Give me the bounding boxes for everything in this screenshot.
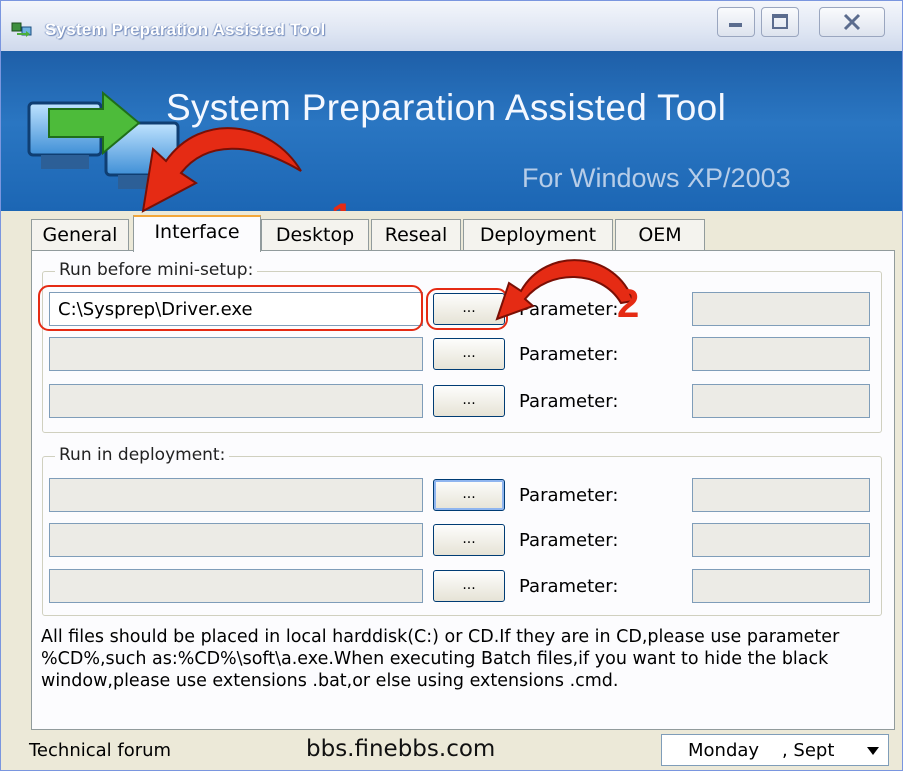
tab-reseal[interactable]: Reseal: [371, 219, 461, 251]
minimize-icon: [729, 23, 742, 27]
window-title: System Preparation Assisted Tool: [45, 20, 326, 39]
run-before-param-label-1: Parameter:: [519, 299, 619, 320]
run-deploy-path-1[interactable]: [49, 478, 423, 512]
banner-subtitle: For Windows XP/2003: [522, 163, 791, 193]
technical-forum-label: Technical forum: [29, 740, 172, 761]
run-deploy-param-3[interactable]: [692, 569, 870, 603]
minimize-button[interactable]: [717, 7, 755, 37]
step-marker-2: 2: [617, 282, 640, 326]
status-bar: Technical forum bbs.finebbs.com Monday ,…: [1, 730, 902, 770]
chevron-down-icon: [867, 747, 879, 755]
forum-url-link[interactable]: bbs.finebbs.com: [306, 736, 495, 762]
run-deploy-path-2[interactable]: [49, 523, 423, 557]
run-deploy-param-2[interactable]: [692, 523, 870, 557]
header-banner: System Preparation Assisted Tool For Win…: [1, 51, 902, 211]
run-before-label: Run before mini-setup:: [55, 260, 258, 280]
tab-general[interactable]: General: [31, 219, 129, 251]
run-before-param-label-3: Parameter:: [519, 391, 619, 412]
run-deploy-param-1[interactable]: [692, 478, 870, 512]
tab-deployment[interactable]: Deployment: [463, 219, 613, 251]
tab-interface[interactable]: Interface: [133, 215, 261, 252]
run-deploy-browse-3[interactable]: ...: [433, 570, 505, 602]
run-before-param-3[interactable]: [692, 384, 870, 418]
run-before-path-3[interactable]: [49, 384, 423, 418]
date-value: Monday , Sept: [688, 740, 835, 761]
network-transfer-icon: [27, 90, 180, 189]
run-before-browse-3[interactable]: ...: [433, 385, 505, 417]
run-before-path-2[interactable]: [49, 337, 423, 371]
banner-title: System Preparation Assisted Tool: [166, 87, 727, 128]
tab-oem[interactable]: OEM: [615, 219, 705, 251]
run-before-browse-1[interactable]: ...: [433, 293, 505, 325]
run-before-param-label-2: Parameter:: [519, 344, 619, 365]
run-deploy-param-label-3: Parameter:: [519, 576, 619, 597]
close-icon: [843, 13, 861, 31]
app-icon: [11, 22, 32, 37]
close-button[interactable]: [819, 7, 885, 37]
run-before-path-1[interactable]: C:\Sysprep\Driver.exe: [49, 292, 423, 326]
step-marker-1: 1: [331, 196, 353, 211]
run-deploy-browse-2[interactable]: ...: [433, 524, 505, 556]
tab-desktop[interactable]: Desktop: [261, 219, 369, 251]
run-deploy-path-3[interactable]: [49, 569, 423, 603]
run-deploy-label: Run in deployment:: [55, 445, 230, 465]
maximize-button[interactable]: [761, 7, 799, 37]
app-window: System Preparation Assisted Tool System …: [0, 0, 903, 771]
date-picker[interactable]: Monday , Sept: [661, 734, 889, 766]
run-before-param-2[interactable]: [692, 337, 870, 371]
run-deploy-browse-1[interactable]: ...: [433, 479, 505, 511]
title-bar[interactable]: System Preparation Assisted Tool: [1, 1, 902, 51]
run-before-param-1[interactable]: [692, 292, 870, 326]
maximize-icon: [772, 14, 788, 29]
run-deploy-param-label-2: Parameter:: [519, 530, 619, 551]
help-note: All files should be placed in local hard…: [41, 627, 840, 691]
run-before-browse-2[interactable]: ...: [433, 338, 505, 370]
run-deploy-param-label-1: Parameter:: [519, 485, 619, 506]
